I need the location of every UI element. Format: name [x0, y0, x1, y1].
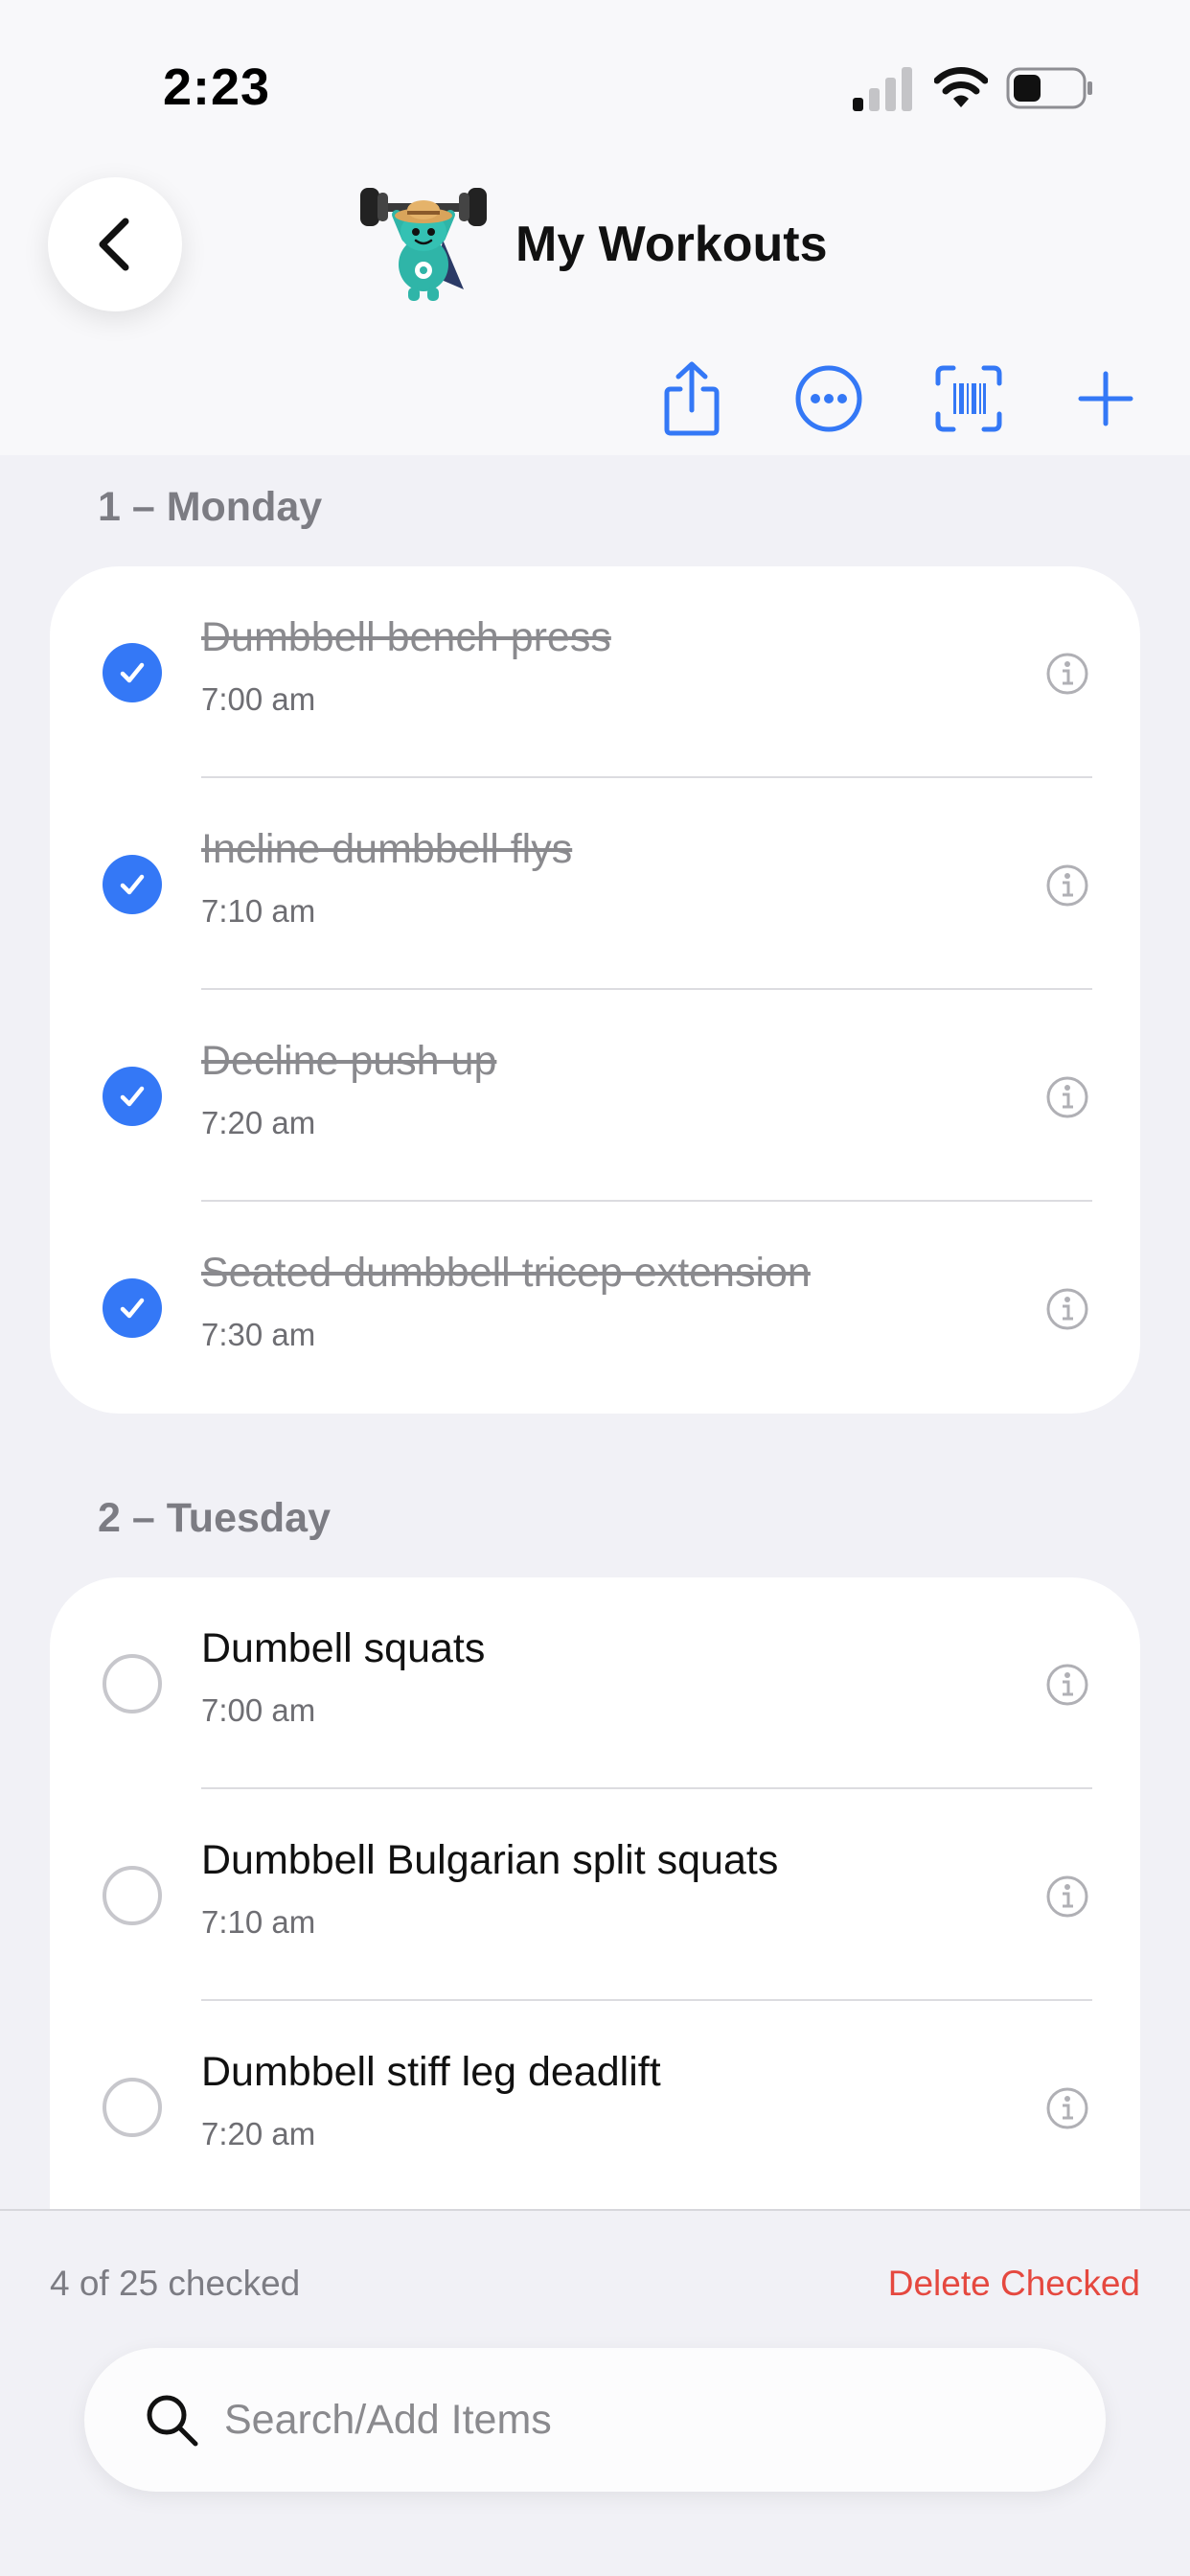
list-item[interactable]: Dumbbell bench press 7:00 am	[50, 566, 1140, 778]
section-card-monday: Dumbbell bench press 7:00 am Incline dum…	[50, 566, 1140, 1414]
page-title: My Workouts	[515, 217, 828, 272]
checkmark-icon	[120, 1298, 145, 1319]
item-time: 7:00 am	[201, 681, 316, 717]
checkbox-checked[interactable]	[103, 1278, 162, 1338]
item-title: Dumbbell Bulgarian split squats	[201, 1837, 779, 1883]
checkmark-icon	[120, 874, 145, 895]
list-item[interactable]: Dumbbell Bulgarian split squats 7:10 am	[50, 1789, 1140, 2001]
more-icon	[795, 365, 862, 432]
search-bar[interactable]	[84, 2348, 1106, 2492]
item-title: Decline push up	[201, 1038, 497, 1084]
battery-icon	[1006, 67, 1092, 109]
chevron-left-icon	[99, 218, 129, 271]
barcode-scan-button[interactable]	[927, 356, 1011, 441]
checkbox-checked[interactable]	[103, 1067, 162, 1126]
checkbox-unchecked[interactable]	[103, 1866, 162, 1925]
checkbox-unchecked[interactable]	[103, 2078, 162, 2137]
checkmark-icon	[120, 662, 145, 683]
more-options-button[interactable]	[787, 356, 871, 441]
info-icon[interactable]	[1044, 1074, 1090, 1120]
workout-list: 1 – Monday Dumbbell bench press 7:00 am …	[0, 455, 1190, 2209]
item-title: Seated dumbbell tricep extension	[201, 1250, 811, 1296]
item-time: 7:10 am	[201, 893, 316, 929]
checkbox-unchecked[interactable]	[103, 1654, 162, 1714]
status-bar: 2:23	[0, 0, 1190, 172]
search-icon	[147, 2395, 198, 2447]
weightlifting-mascot-icon	[360, 188, 487, 301]
top-navigation-area: 2:23 My Workouts	[0, 0, 1190, 455]
checkmark-icon	[120, 1086, 145, 1107]
item-time: 7:10 am	[201, 1904, 316, 1940]
item-time: 7:30 am	[201, 1317, 316, 1352]
back-button[interactable]	[48, 177, 182, 311]
plus-icon	[1078, 371, 1133, 426]
info-icon[interactable]	[1044, 862, 1090, 908]
checkbox-checked[interactable]	[103, 855, 162, 914]
list-item[interactable]: Seated dumbbell tricep extension 7:30 am	[50, 1202, 1140, 1414]
info-icon[interactable]	[1044, 1874, 1090, 1920]
list-item[interactable]: Incline dumbbell flys 7:10 am	[50, 778, 1140, 990]
wifi-icon	[934, 67, 988, 107]
item-title: Dumbbell stiff leg deadlift	[201, 2049, 661, 2095]
share-icon	[664, 361, 720, 436]
item-title: Incline dumbbell flys	[201, 826, 573, 872]
search-input[interactable]	[224, 2381, 1048, 2458]
list-item[interactable]: Dumbbell stiff leg deadlift 7:20 am	[50, 2001, 1140, 2209]
item-time: 7:20 am	[201, 1105, 316, 1140]
info-icon[interactable]	[1044, 2085, 1090, 2131]
list-item[interactable]: Decline push up 7:20 am	[50, 990, 1140, 1202]
info-icon[interactable]	[1044, 1662, 1090, 1708]
status-time: 2:23	[163, 58, 271, 116]
cellular-signal-icon	[853, 67, 912, 111]
add-item-button[interactable]	[1064, 356, 1148, 441]
section-header-monday: 1 – Monday	[98, 484, 323, 530]
item-time: 7:00 am	[201, 1692, 316, 1728]
footer-bar: 4 of 25 checked Delete Checked	[0, 2209, 1190, 2576]
info-icon[interactable]	[1044, 1286, 1090, 1332]
checkbox-checked[interactable]	[103, 643, 162, 702]
info-icon[interactable]	[1044, 651, 1090, 697]
item-title: Dumbell squats	[201, 1625, 486, 1671]
item-time: 7:20 am	[201, 2116, 316, 2151]
barcode-scan-icon	[935, 365, 1002, 432]
section-header-tuesday: 2 – Tuesday	[98, 1495, 331, 1541]
item-title: Dumbbell bench press	[201, 614, 611, 660]
section-card-tuesday: Dumbell squats 7:00 am Dumbbell Bulgaria…	[50, 1577, 1140, 2209]
delete-checked-button[interactable]: Delete Checked	[888, 2264, 1140, 2304]
share-button[interactable]	[650, 356, 734, 441]
checked-count: 4 of 25 checked	[50, 2264, 301, 2303]
list-item[interactable]: Dumbell squats 7:00 am	[50, 1577, 1140, 1789]
